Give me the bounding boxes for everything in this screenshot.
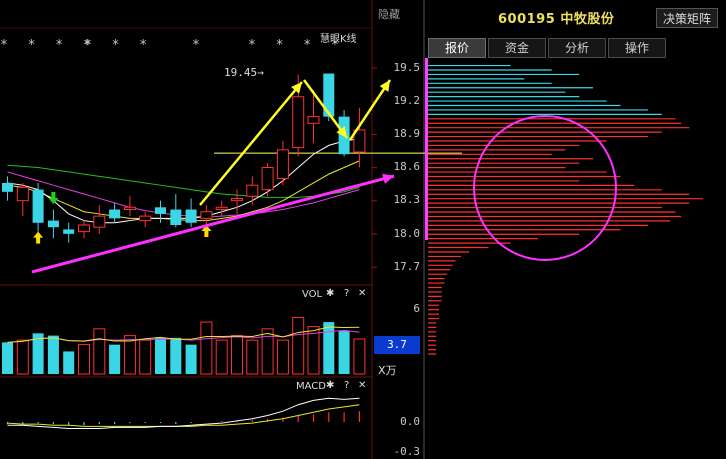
candle-body	[47, 220, 59, 228]
volume-bar	[93, 328, 106, 375]
indicator-name: 慧眼K线	[320, 34, 357, 45]
stock-title: 600195 中牧股份	[498, 8, 614, 27]
vol-unit: X万	[378, 364, 397, 377]
vol-help-icon[interactable]: ?	[344, 288, 349, 299]
candle-body	[2, 182, 13, 192]
buy-marker-icon	[33, 231, 44, 244]
ma-white-line	[7, 138, 360, 224]
volume-bar	[276, 339, 289, 375]
volume-bar	[200, 321, 213, 375]
candle-body	[292, 96, 305, 149]
candle-body	[123, 206, 136, 211]
stock-name: 中牧股份	[560, 12, 615, 27]
candle-body	[170, 209, 182, 225]
vol-tick: 6	[413, 302, 420, 315]
volume-bar	[139, 339, 152, 375]
candle-body	[185, 209, 197, 223]
vol-close-icon[interactable]: ✕	[358, 288, 366, 299]
volume-bar	[109, 344, 121, 374]
macd-title: MACD	[296, 381, 326, 392]
candle-body	[32, 189, 44, 223]
volume-bar	[246, 339, 259, 375]
tab-operation[interactable]: 操作	[608, 38, 666, 58]
candle-body	[200, 211, 213, 219]
volume-bar	[155, 337, 166, 374]
vol-ma-magenta	[7, 329, 360, 343]
candle-body	[78, 224, 90, 233]
vol-ma-yellow	[7, 326, 360, 343]
profile-highlight-circle	[473, 115, 617, 261]
macd-tick: 0.0	[400, 415, 420, 428]
tab-quote[interactable]: 报价	[428, 38, 486, 58]
tab-funds[interactable]: 资金	[488, 38, 546, 58]
macd-tick: -0.3	[393, 445, 421, 458]
vol-settings-icon[interactable]: ✱	[326, 288, 334, 299]
ma-yellow-line	[7, 160, 360, 222]
price-tick: 19.5	[393, 61, 421, 74]
vol-current-value: 3.7	[374, 336, 420, 354]
ma-green-line	[7, 164, 360, 198]
signal-stars-1: * * * *	[0, 38, 97, 53]
candle-body	[16, 186, 29, 202]
candle-body	[307, 116, 320, 124]
volume-bar	[170, 337, 182, 374]
candle-body	[93, 215, 106, 228]
candle-body	[109, 209, 121, 219]
macd-close-icon[interactable]: ✕	[358, 380, 366, 391]
price-tick: 18.9	[393, 127, 421, 140]
price-tick: 18.3	[393, 193, 421, 206]
candle-body	[139, 215, 152, 222]
signal-stars-3: *	[192, 38, 206, 53]
volume-bar	[16, 339, 29, 375]
macd-dea-line	[7, 404, 360, 427]
profile-range-marker	[425, 58, 428, 240]
sell-marker-icon	[48, 192, 59, 204]
price-tick: 17.7	[393, 260, 421, 273]
macd-help-icon[interactable]: ?	[344, 380, 349, 391]
volume-bar	[78, 344, 90, 375]
price-tick: 18.6	[393, 160, 421, 173]
tab-analysis[interactable]: 分析	[548, 38, 606, 58]
volume-bar	[338, 331, 350, 374]
macd-settings-icon[interactable]: ✱	[326, 380, 334, 391]
volume-bar	[353, 338, 366, 375]
price-tick: 18.0	[393, 227, 421, 240]
candle-body	[261, 167, 274, 191]
candle-body	[231, 197, 243, 202]
decision-matrix-button[interactable]: 决策矩阵	[656, 8, 718, 28]
signal-stars-2: * * *	[84, 38, 154, 53]
ma-magenta-line	[7, 171, 360, 218]
hide-button[interactable]: 隐藏	[378, 6, 400, 22]
volume-bar	[292, 317, 305, 375]
stock-code: 600195	[498, 12, 556, 27]
volume-bar	[185, 344, 197, 374]
annotation-arrow-rebound-head	[379, 80, 390, 92]
candle-body	[246, 184, 259, 197]
volume-bar	[231, 335, 243, 375]
vol-title: VOL	[302, 289, 323, 300]
high-price-marker: 19.45→	[224, 66, 264, 79]
candle-body	[276, 149, 289, 180]
candle-body	[63, 229, 75, 234]
volume-bar	[261, 328, 274, 375]
price-tick: 19.2	[393, 94, 421, 107]
volume-bar	[2, 342, 13, 374]
volume-bar	[323, 322, 335, 374]
candle-body	[155, 207, 166, 214]
volume-bar	[63, 351, 75, 374]
volume-bar	[215, 339, 228, 375]
volume-bar	[47, 335, 59, 374]
candle-body	[215, 206, 228, 211]
